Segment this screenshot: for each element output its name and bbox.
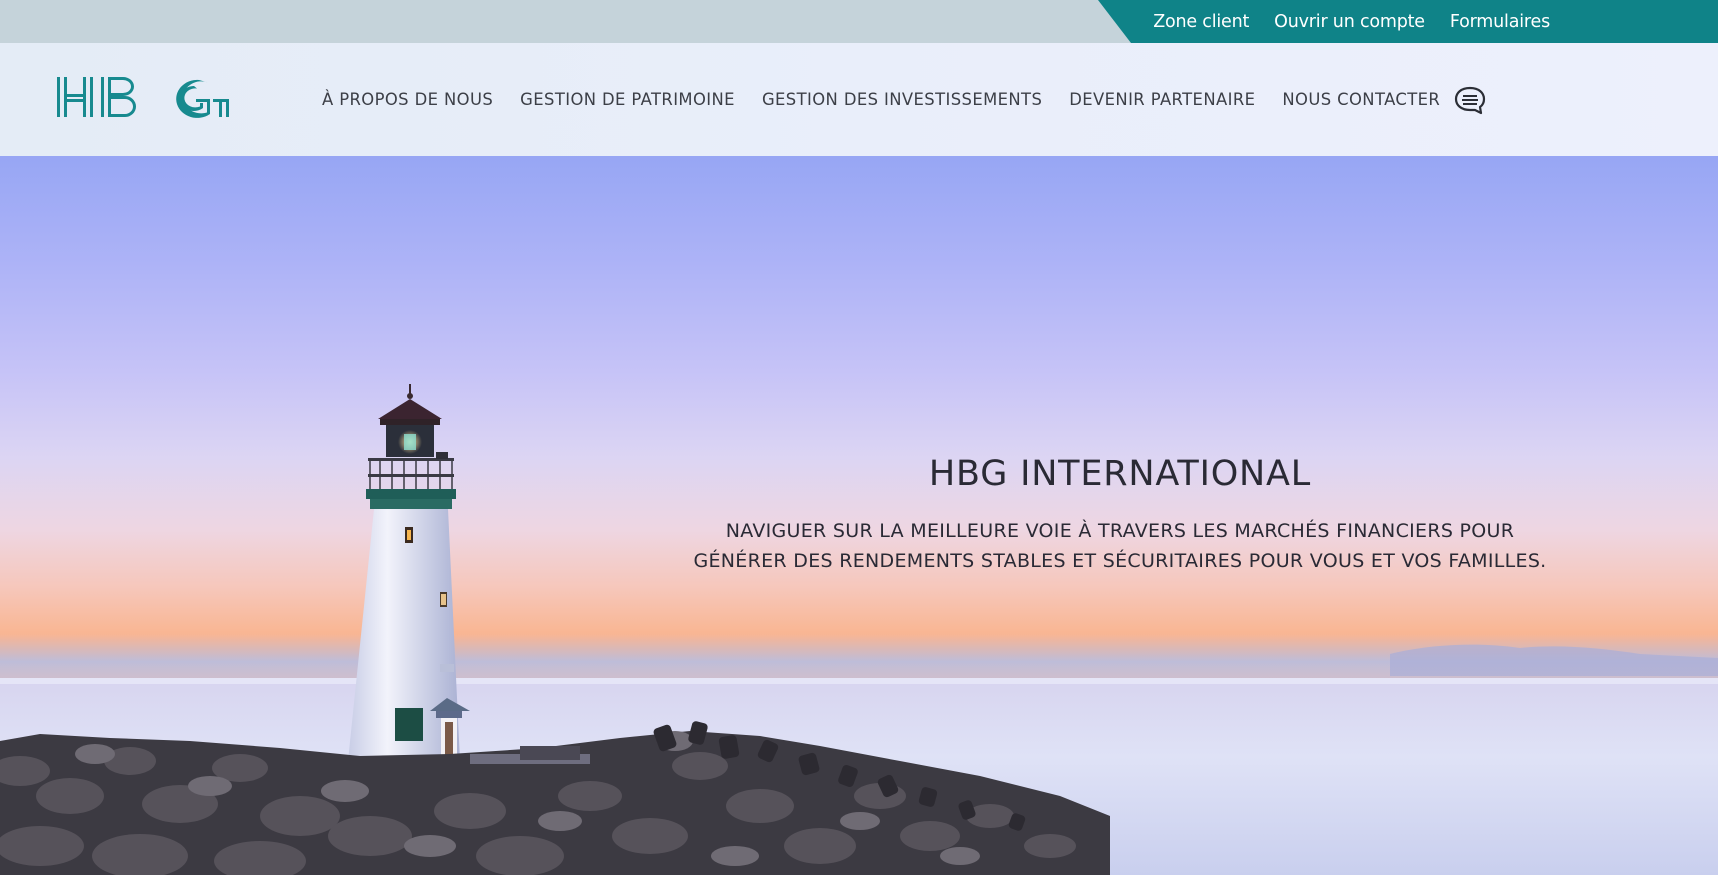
top-utility-bar: Zone client Ouvrir un compte Formulaires (0, 0, 1718, 43)
hero-title: HBG INTERNATIONAL (928, 454, 1312, 494)
chat-bubble-icon[interactable] (1453, 85, 1487, 115)
main-navigation: À PROPOS DE NOUS GESTION DE PATRIMOINE G… (322, 43, 1487, 156)
hbg-logo[interactable] (57, 75, 229, 121)
hero-subtitle: NAVIGUER SUR LA MEILLEURE VOIE À TRAVERS… (693, 520, 1547, 572)
client-zone-link[interactable]: Zone client (1153, 12, 1249, 32)
nav-wealth-management[interactable]: GESTION DE PATRIMOINE (520, 90, 735, 109)
hero-content: HBG INTERNATIONAL NAVIGUER SUR LA MEILLE… (690, 454, 1550, 576)
hero-banner: HBG INTERNATIONAL NAVIGUER SUR LA MEILLE… (0, 156, 1718, 875)
open-account-link[interactable]: Ouvrir un compte (1274, 12, 1425, 32)
top-utility-links: Zone client Ouvrir un compte Formulaires (1153, 0, 1550, 43)
nav-investment-management[interactable]: GESTION DES INVESTISSEMENTS (762, 90, 1042, 109)
forms-link[interactable]: Formulaires (1450, 12, 1550, 32)
nav-about[interactable]: À PROPOS DE NOUS (322, 90, 493, 109)
hbg-logo-icon (57, 77, 229, 118)
main-header: À PROPOS DE NOUS GESTION DE PATRIMOINE G… (0, 43, 1718, 156)
lighthouse (340, 384, 470, 766)
nav-contact[interactable]: NOUS CONTACTER (1282, 90, 1440, 109)
nav-become-partner[interactable]: DEVENIR PARTENAIRE (1069, 90, 1255, 109)
